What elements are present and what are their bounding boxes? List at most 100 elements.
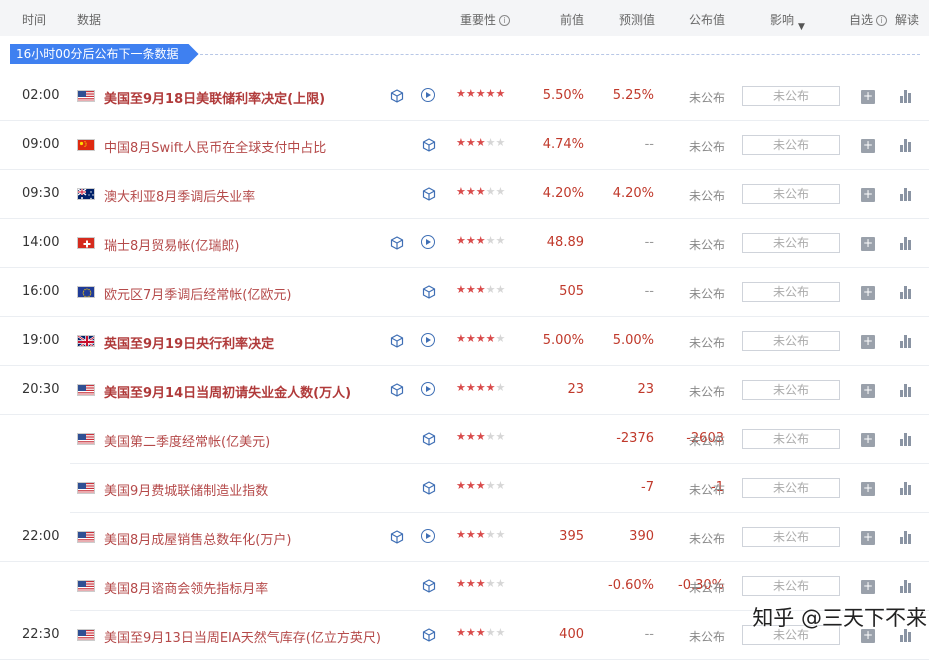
impact-box: 未公布 (742, 429, 840, 449)
add-watch-button[interactable]: + (861, 286, 875, 300)
forecast-value: 4.20% (612, 186, 654, 201)
table-row[interactable]: 美国第二季度经常帐(亿美元) ★★★★★ -2376 -2603 未公布 未公布 + (70, 415, 929, 464)
table-row[interactable]: 美国9月费城联储制造业指数 ★★★★★ -7 -1 未公布 未公布 + (70, 464, 929, 513)
importance-stars: ★★★★★ (456, 479, 505, 492)
table-header: 时间 数据 重要性 i 前值 预测值 公布值 影响 ▼ 自选 i 解读 (0, 0, 929, 36)
info-icon[interactable]: i (876, 15, 888, 26)
event-name-link[interactable]: 美国至9月13日当周EIA天然气库存(亿立方英尺) (104, 627, 381, 646)
play-icon[interactable] (421, 382, 435, 396)
actual-value: 未公布 (689, 581, 726, 595)
header-impact[interactable]: 影响 ▼ (770, 11, 805, 32)
table-row[interactable]: 16:00 欧元区7月季调后经常帐(亿欧元) ★★★★★ 505 -- 未公布 未公布 + (0, 268, 929, 317)
event-name-link[interactable]: 中国8月Swift人民币在全球支付中占比 (104, 137, 326, 156)
cube-icon[interactable] (390, 334, 404, 352)
event-name-link[interactable]: 美国第二季度经常帐(亿美元) (104, 431, 270, 450)
star-filled-icon: ★ (456, 136, 466, 149)
add-watch-button[interactable]: + (861, 580, 875, 594)
next-release-banner: 16小时00分后公布下一条数据 (10, 44, 199, 64)
cube-icon[interactable] (422, 187, 436, 205)
info-icon[interactable]: i (499, 15, 511, 26)
event-name-link[interactable]: 英国至9月19日央行利率决定 (104, 333, 274, 352)
cube-icon[interactable] (422, 285, 436, 303)
bar-chart-icon[interactable] (899, 579, 913, 593)
star-empty-icon: ★ (485, 430, 496, 443)
bar-chart-icon[interactable] (899, 530, 913, 544)
add-watch-button[interactable]: + (861, 237, 875, 251)
table-row[interactable]: 19:00 英国至9月19日央行利率决定 ★★★★★ 5.00% 5.00% 未公布 未公布… (0, 317, 929, 366)
flag-us-icon (77, 531, 95, 543)
play-icon[interactable] (421, 235, 435, 249)
header-prev: 前值 (560, 13, 585, 27)
play-icon[interactable] (421, 333, 435, 347)
cube-icon[interactable] (422, 579, 436, 597)
cube-icon[interactable] (390, 89, 404, 107)
bar-chart-icon[interactable] (899, 432, 913, 446)
star-filled-icon: ★ (475, 87, 486, 100)
bar-chart-icon[interactable] (899, 187, 913, 201)
bar-chart-icon[interactable] (899, 89, 913, 103)
star-empty-icon: ★ (495, 528, 506, 541)
event-time: 09:30 (22, 186, 60, 201)
play-icon[interactable] (421, 529, 435, 543)
add-watch-button[interactable]: + (861, 433, 875, 447)
add-watch-button[interactable]: + (861, 90, 875, 104)
cube-icon[interactable] (422, 481, 436, 499)
event-name-link[interactable]: 美国8月成屋销售总数年化(万户) (104, 529, 291, 548)
add-watch-button[interactable]: + (861, 139, 875, 153)
actual-value: 未公布 (689, 483, 726, 497)
impact-box: 未公布 (742, 576, 840, 596)
table-row[interactable]: 02:00 美国至9月18日美联储利率决定(上限) ★★★★★ 5.50% 5.25% 未… (0, 72, 929, 121)
cube-icon[interactable] (390, 236, 404, 254)
event-time: 20:30 (22, 382, 60, 397)
star-filled-icon: ★ (475, 332, 486, 345)
flag-au-icon (77, 188, 95, 200)
table-row[interactable]: 22:00 美国8月成屋销售总数年化(万户) ★★★★★ 395 390 未公布 未公布 + (0, 513, 929, 562)
add-watch-button[interactable]: + (861, 531, 875, 545)
star-filled-icon: ★ (475, 577, 486, 590)
cube-icon[interactable] (422, 628, 436, 646)
impact-box: 未公布 (742, 135, 840, 155)
event-time: 16:00 (22, 284, 60, 299)
table-row[interactable]: 09:30 澳大利亚8月季调后失业率 ★★★★★ 4.20% 4.20% 未公布 未公布 + (0, 170, 929, 219)
bar-chart-icon[interactable] (899, 481, 913, 495)
flag-uk-icon (77, 335, 95, 347)
event-name-link[interactable]: 美国8月谘商会领先指标月率 (104, 578, 268, 597)
importance-stars: ★★★★★ (456, 381, 505, 394)
cube-icon[interactable] (422, 138, 436, 156)
forecast-value: 390 (629, 529, 654, 544)
add-watch-button[interactable]: + (861, 335, 875, 349)
play-icon[interactable] (421, 88, 435, 102)
impact-box: 未公布 (742, 184, 840, 204)
star-filled-icon: ★ (456, 87, 466, 100)
star-filled-icon: ★ (475, 234, 486, 247)
actual-value: 未公布 (689, 189, 726, 203)
table-row[interactable]: 14:00 瑞士8月贸易帐(亿瑞郎) ★★★★★ 48.89 -- 未公布 未公布 + (0, 219, 929, 268)
previous-value: 4.20% (542, 186, 584, 201)
bar-chart-icon[interactable] (899, 138, 913, 152)
add-watch-button[interactable]: + (861, 188, 875, 202)
event-name-link[interactable]: 美国至9月18日美联储利率决定(上限) (104, 88, 325, 107)
importance-stars: ★★★★★ (456, 87, 505, 100)
event-name-link[interactable]: 美国至9月14日当周初请失业金人数(万人) (104, 382, 351, 401)
cube-icon[interactable] (390, 383, 404, 401)
event-name-link[interactable]: 美国9月费城联储制造业指数 (104, 480, 268, 499)
event-name-link[interactable]: 欧元区7月季调后经常帐(亿欧元) (104, 284, 291, 303)
star-filled-icon: ★ (465, 528, 476, 541)
add-watch-button[interactable]: + (861, 384, 875, 398)
bar-chart-icon[interactable] (899, 285, 913, 299)
event-time: 22:00 (22, 529, 60, 544)
cube-icon[interactable] (422, 432, 436, 450)
star-filled-icon: ★ (456, 626, 466, 639)
header-importance: 重要性 i (460, 11, 511, 28)
add-watch-button[interactable]: + (861, 482, 875, 496)
table-row[interactable]: 09:00 中国8月Swift人民币在全球支付中占比 ★★★★★ 4.74% -- 未公布… (0, 121, 929, 170)
bar-chart-icon[interactable] (899, 383, 913, 397)
star-filled-icon: ★ (465, 479, 476, 492)
bar-chart-icon[interactable] (899, 334, 913, 348)
bar-chart-icon[interactable] (899, 236, 913, 250)
flag-us-icon (77, 482, 95, 494)
event-name-link[interactable]: 澳大利亚8月季调后失业率 (104, 186, 255, 205)
table-row[interactable]: 20:30 美国至9月14日当周初请失业金人数(万人) ★★★★★ 23 23 未公布 未公… (0, 366, 929, 415)
event-name-link[interactable]: 瑞士8月贸易帐(亿瑞郎) (104, 235, 239, 254)
cube-icon[interactable] (390, 530, 404, 548)
